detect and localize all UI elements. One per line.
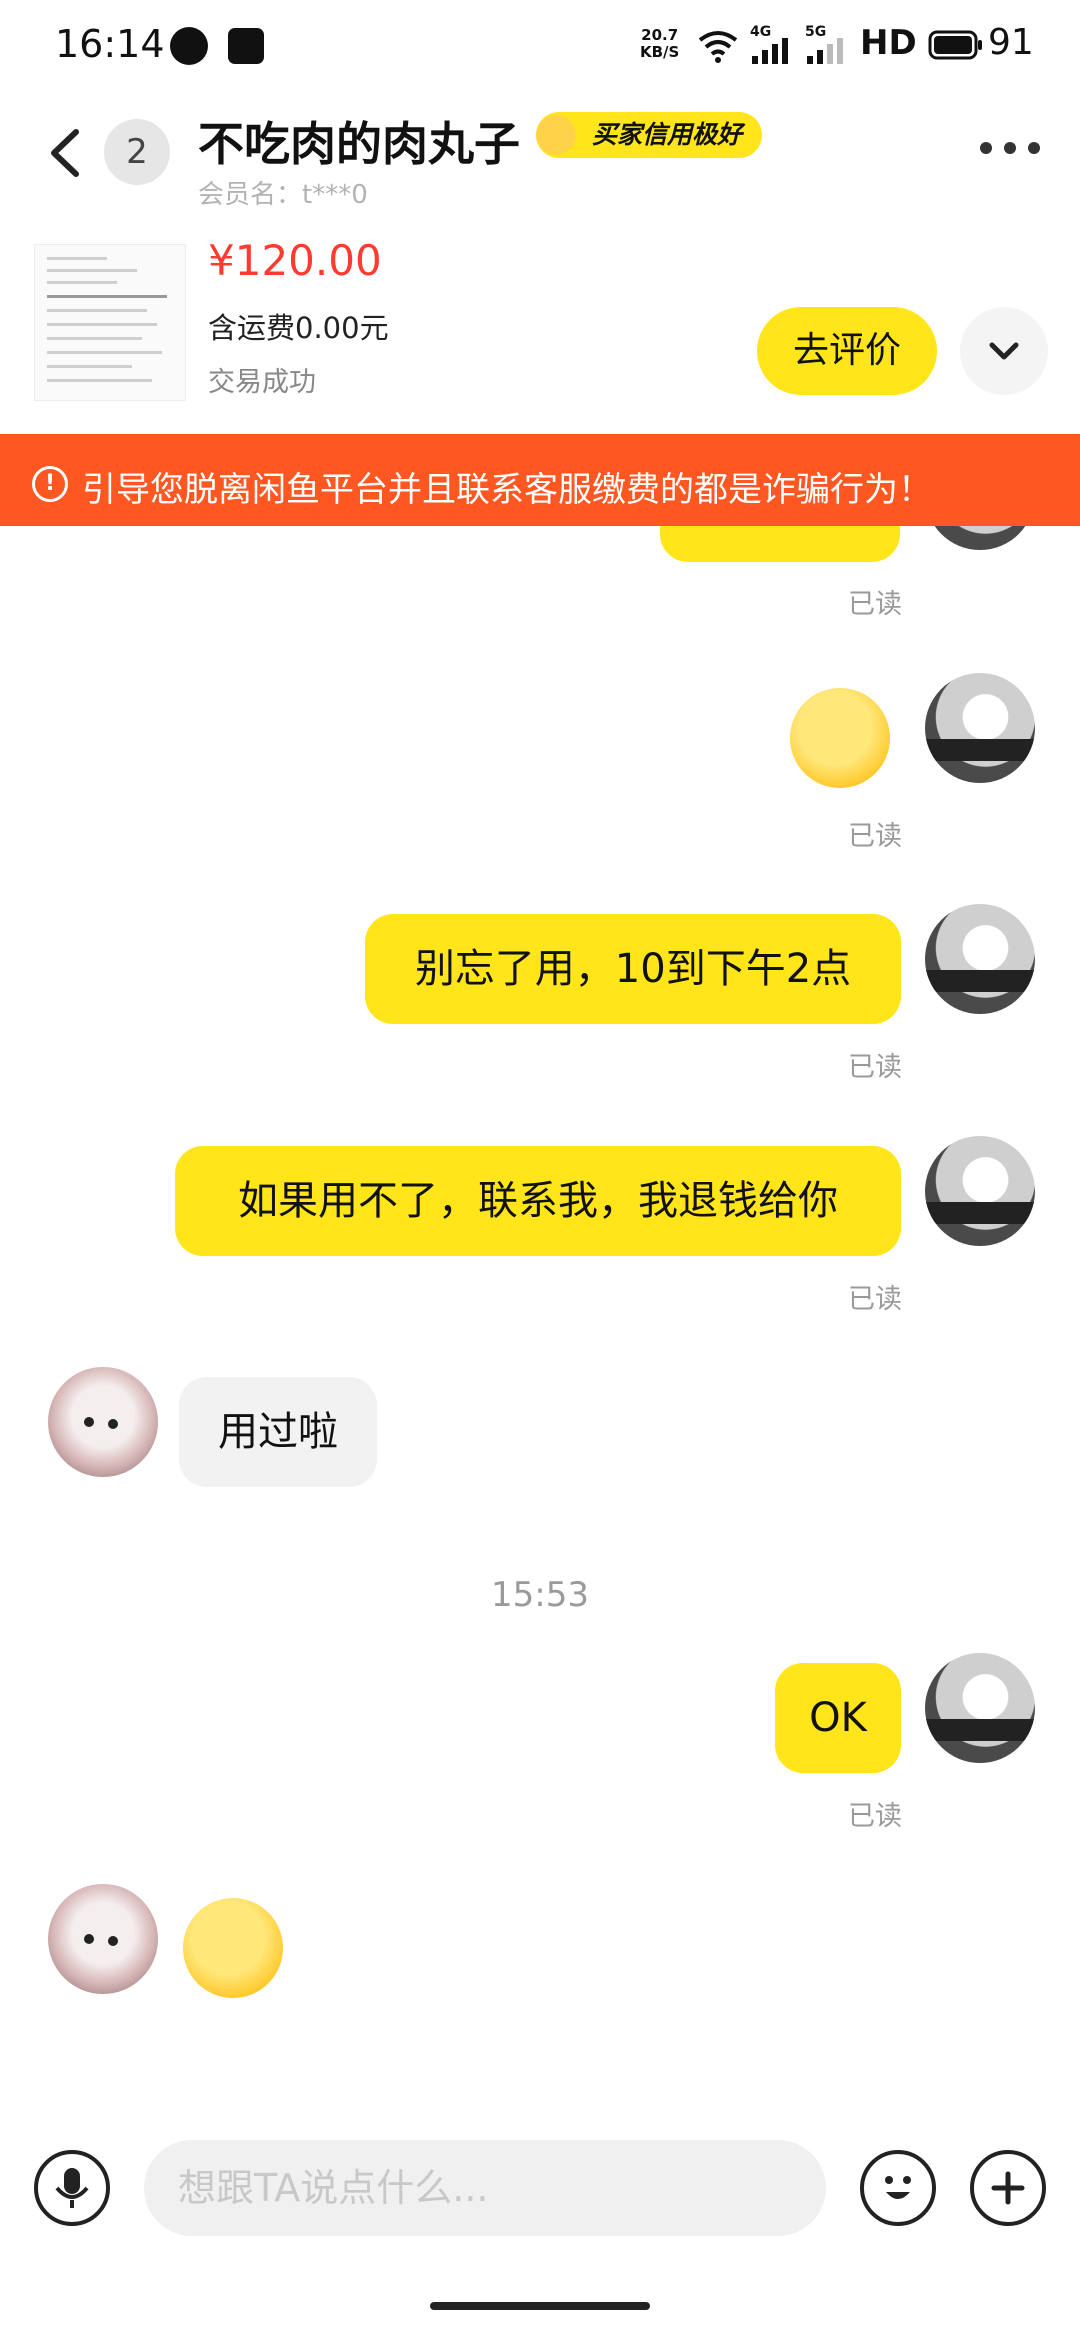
battery-icon [928, 30, 982, 60]
chevron-down-icon [989, 342, 1019, 360]
status-time: 16:14 [55, 22, 165, 66]
back-button[interactable] [40, 118, 100, 188]
more-dots-icon [980, 142, 992, 154]
wifi-icon [698, 31, 738, 63]
avatar-contact[interactable] [48, 1367, 158, 1477]
unread-count-badge[interactable]: 2 [104, 119, 170, 185]
expand-button[interactable] [960, 307, 1048, 395]
contact-name[interactable]: 不吃肉的肉丸子 [198, 108, 520, 174]
avatar-me[interactable] [925, 673, 1035, 783]
notification-dot-icon [170, 27, 208, 65]
smiley-icon [885, 2176, 911, 2199]
emoji-peace-message[interactable] [183, 1898, 283, 1998]
read-receipt: 已读 [848, 821, 902, 852]
microphone-icon [55, 2168, 89, 2208]
message-bubble-incoming[interactable]: 用过啦 [179, 1377, 377, 1487]
add-button[interactable] [970, 2150, 1046, 2226]
fraud-warning-text: 引导您脱离闲鱼平台并且联系客服缴费的都是诈骗行为！ [82, 470, 932, 510]
more-button[interactable] [970, 128, 1050, 168]
message-bubble-outgoing[interactable]: OK [775, 1663, 901, 1773]
battery-level: 91 [988, 22, 1034, 63]
time-divider: 15:53 [491, 1575, 589, 1615]
home-indicator[interactable] [430, 2302, 650, 2310]
product-price: ¥120.00 [208, 236, 382, 285]
more-dots-icon [1028, 142, 1040, 154]
emoji-thinking-message[interactable] [790, 688, 890, 788]
avatar-contact[interactable] [48, 1884, 158, 1994]
voice-button[interactable] [34, 2150, 110, 2226]
avatar-me[interactable] [925, 1136, 1035, 1246]
read-receipt: 已读 [848, 589, 902, 620]
read-receipt: 已读 [848, 1284, 902, 1315]
read-receipt: 已读 [848, 1052, 902, 1083]
plus-icon [991, 2171, 1025, 2205]
read-receipt: 已读 [848, 1801, 902, 1832]
network-speed: 20.7 KB/S [640, 27, 679, 61]
product-thumbnail[interactable] [34, 244, 186, 401]
more-dots-icon [1004, 142, 1016, 154]
signal-4g-icon [752, 38, 788, 64]
avatar-me[interactable] [925, 904, 1035, 1014]
alert-icon: ! [32, 466, 68, 502]
message-bubble-outgoing[interactable]: 别忘了用，10到下午2点 [365, 914, 901, 1024]
network-speed-value: 20.7 [641, 26, 679, 44]
message-input[interactable] [144, 2140, 826, 2236]
status-bar: 16:14 20.7 KB/S 4G 5G HD 91 [0, 0, 1080, 90]
hd-indicator: HD [860, 23, 917, 63]
message-bubble-outgoing[interactable]: 如果用不了，联系我，我退钱给你 [175, 1146, 901, 1256]
shipping-fee: 含运费0.00元 [208, 311, 389, 345]
member-name: 会员名：t***0 [198, 180, 368, 210]
back-arrow-icon [51, 129, 79, 177]
emoji-button[interactable] [860, 2150, 936, 2226]
credit-face-icon [536, 115, 576, 155]
avatar-me[interactable] [925, 1653, 1035, 1763]
review-button[interactable]: 去评价 [757, 307, 937, 395]
signal-5g-icon [807, 38, 843, 64]
trade-status: 交易成功 [208, 367, 316, 398]
network-speed-unit: KB/S [640, 43, 680, 61]
notification-app-icon [228, 28, 264, 64]
